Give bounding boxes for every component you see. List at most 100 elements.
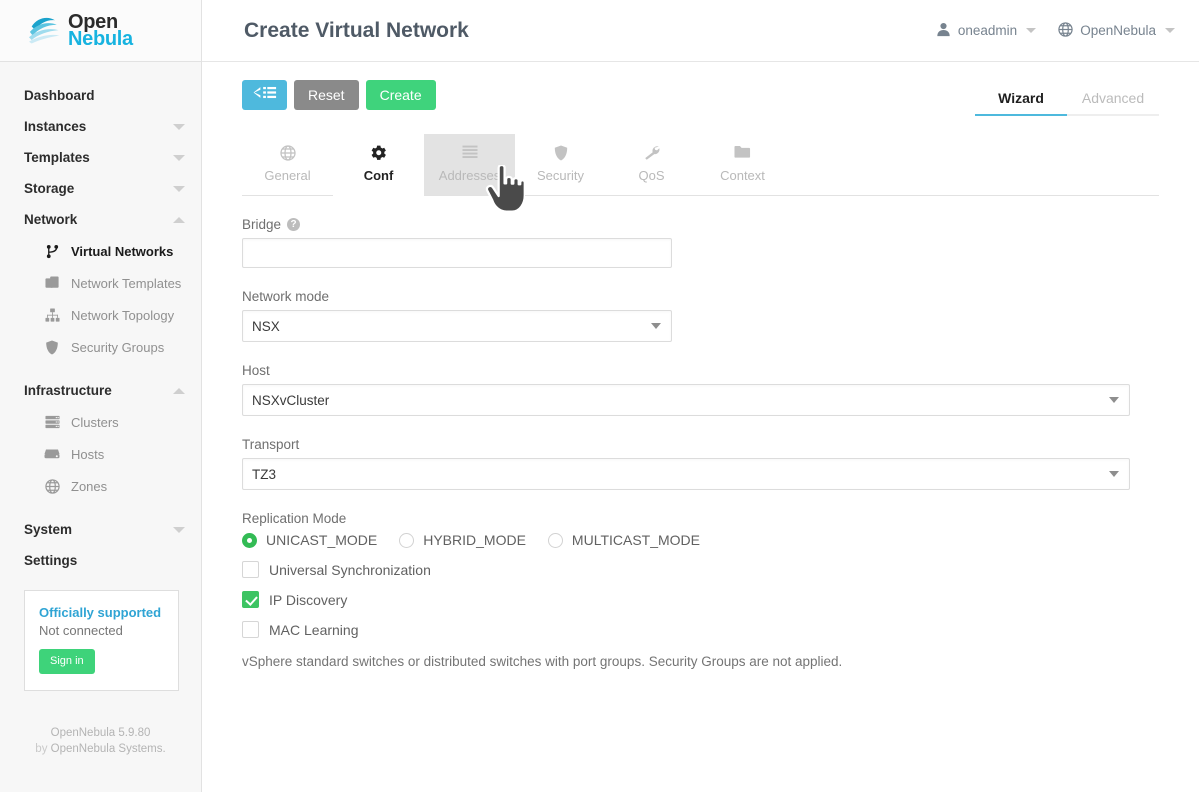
- globe-icon: [42, 478, 62, 494]
- sidebar-label-zones: Zones: [71, 478, 108, 494]
- radio-indicator[interactable]: [399, 532, 415, 548]
- radio-indicator[interactable]: [547, 532, 563, 548]
- sidebar-item-templates[interactable]: Templates: [0, 142, 201, 173]
- transport-select[interactable]: TZ3: [242, 458, 1130, 490]
- transport-label-text: Transport: [242, 437, 300, 452]
- sidebar-label-network: Network: [24, 212, 78, 227]
- chevron-down-icon: [173, 526, 185, 533]
- sitemap-icon: [42, 307, 62, 323]
- tab-addresses[interactable]: Addresses: [424, 134, 515, 196]
- copy-icon: [42, 275, 62, 291]
- wizard-mode-tabs: Wizard Advanced: [975, 80, 1159, 116]
- host-select[interactable]: NSXvCluster: [242, 384, 1130, 416]
- tab-qos[interactable]: QoS: [606, 134, 697, 196]
- sidebar-label-hosts: Hosts: [71, 446, 105, 462]
- arrow-left-list-icon: [253, 80, 277, 110]
- tabs-filler: [788, 134, 1159, 196]
- tab-security-label: Security: [537, 168, 584, 183]
- logo[interactable]: Open Nebula: [0, 0, 201, 62]
- support-title: Officially supported: [39, 605, 162, 620]
- tab-context[interactable]: Context: [697, 134, 788, 196]
- sidebar-label-network-topology: Network Topology: [71, 307, 175, 323]
- sidebar-item-system[interactable]: System: [0, 514, 201, 545]
- sign-in-button[interactable]: Sign in: [39, 649, 95, 674]
- server-icon: [42, 414, 62, 430]
- toolbar: Reset Create Wizard Advanced: [242, 80, 1159, 126]
- tab-wizard[interactable]: Wizard: [975, 90, 1067, 116]
- support-status: Not connected: [39, 623, 123, 638]
- network-branch-icon: [42, 243, 62, 259]
- network-mode-label: Network mode: [242, 289, 1147, 304]
- tab-advanced-label: Advanced: [1081, 90, 1145, 106]
- sidebar-label-storage: Storage: [24, 181, 75, 196]
- app-root: Open Nebula Dashboard Instances Template…: [0, 0, 1199, 792]
- radio-multicast-mode-label: MULTICAST_MODE: [571, 532, 701, 548]
- chevron-down-icon: [173, 123, 185, 130]
- question-circle-icon[interactable]: ?: [287, 218, 301, 231]
- sidebar-label-infrastructure: Infrastructure: [24, 383, 112, 398]
- support-box: Officially supported Not connected Sign …: [24, 590, 179, 691]
- network-mode-select[interactable]: NSX: [242, 310, 672, 342]
- checkbox-indicator[interactable]: [242, 591, 259, 608]
- folder-icon: [697, 145, 788, 163]
- create-button[interactable]: Create: [365, 80, 436, 110]
- radio-hybrid-mode-label: HYBRID_MODE: [423, 532, 526, 548]
- zone-menu[interactable]: OpenNebula: [1058, 21, 1175, 40]
- conf-form: Bridge ? Network mode NSX Host NSXvClust…: [242, 196, 1147, 669]
- sidebar-label-templates: Templates: [24, 150, 90, 165]
- sidebar-item-network-templates[interactable]: Network Templates: [0, 267, 201, 299]
- checkbox-ip-discovery-label: IP Discovery: [269, 591, 348, 608]
- bridge-label-text: Bridge: [242, 217, 282, 232]
- checkbox-ip-discovery[interactable]: IP Discovery: [242, 591, 1147, 608]
- bridge-input[interactable]: [242, 238, 672, 268]
- sidebar-item-hosts[interactable]: Hosts: [0, 438, 201, 470]
- tab-security[interactable]: Security: [515, 134, 606, 196]
- back-to-list-button[interactable]: [242, 80, 287, 110]
- sidebar-item-dashboard[interactable]: Dashboard: [0, 80, 201, 111]
- checkbox-indicator[interactable]: [242, 561, 259, 578]
- radio-multicast-mode[interactable]: MULTICAST_MODE: [547, 532, 701, 548]
- sidebar-nav: Dashboard Instances Templates Storage Ne…: [0, 62, 201, 691]
- sidebar-item-infrastructure[interactable]: Infrastructure: [0, 375, 201, 406]
- sidebar-item-storage[interactable]: Storage: [0, 173, 201, 204]
- tab-advanced[interactable]: Advanced: [1067, 90, 1159, 114]
- sidebar-item-network-topology[interactable]: Network Topology: [0, 299, 201, 331]
- chevron-down-icon: [1165, 28, 1175, 33]
- bridge-label: Bridge ?: [242, 217, 1147, 232]
- form-hint: vSphere standard switches or distributed…: [242, 654, 843, 669]
- checkbox-mac-learning[interactable]: MAC Learning: [242, 621, 1147, 638]
- sidebar-footer: OpenNebula 5.9.80 by OpenNebula Systems.: [0, 725, 201, 757]
- sidebar-item-instances[interactable]: Instances: [0, 111, 201, 142]
- sidebar-item-network[interactable]: Network: [0, 204, 201, 235]
- transport-value: TZ3: [252, 466, 277, 482]
- tab-conf[interactable]: Conf: [333, 134, 424, 196]
- version-text: OpenNebula 5.9.80: [50, 727, 151, 739]
- radio-unicast-mode[interactable]: UNICAST_MODE: [242, 532, 377, 548]
- footer-by: by: [35, 743, 51, 755]
- tab-wizard-label: Wizard: [998, 90, 1044, 106]
- sidebar-item-security-groups[interactable]: Security Groups: [0, 331, 201, 363]
- form-tabs: General Conf Addresses Security QoS Cont…: [242, 134, 1159, 213]
- sidebar-item-clusters[interactable]: Clusters: [0, 406, 201, 438]
- radio-hybrid-mode[interactable]: HYBRID_MODE: [399, 532, 526, 548]
- checkbox-mac-learning-label: MAC Learning: [269, 621, 359, 638]
- checkbox-indicator[interactable]: [242, 621, 259, 638]
- checkbox-universal-synchronization[interactable]: Universal Synchronization: [242, 561, 1147, 578]
- replication-mode-label: Replication Mode: [242, 511, 1147, 526]
- tab-general[interactable]: General: [242, 134, 333, 196]
- user-menu[interactable]: oneadmin: [936, 22, 1037, 40]
- footer-company: OpenNebula Systems.: [50, 743, 166, 755]
- sidebar-item-settings[interactable]: Settings: [0, 545, 201, 576]
- replication-mode-radio-group: UNICAST_MODE HYBRID_MODE MULTICAST_MODE: [242, 532, 1147, 548]
- sidebar-item-virtual-networks[interactable]: Virtual Networks: [0, 235, 201, 267]
- host-value: NSXvCluster: [252, 392, 330, 408]
- reset-button[interactable]: Reset: [294, 80, 359, 110]
- sidebar-item-zones[interactable]: Zones: [0, 470, 201, 502]
- radio-indicator[interactable]: [242, 532, 257, 548]
- gear-icon: [333, 145, 424, 163]
